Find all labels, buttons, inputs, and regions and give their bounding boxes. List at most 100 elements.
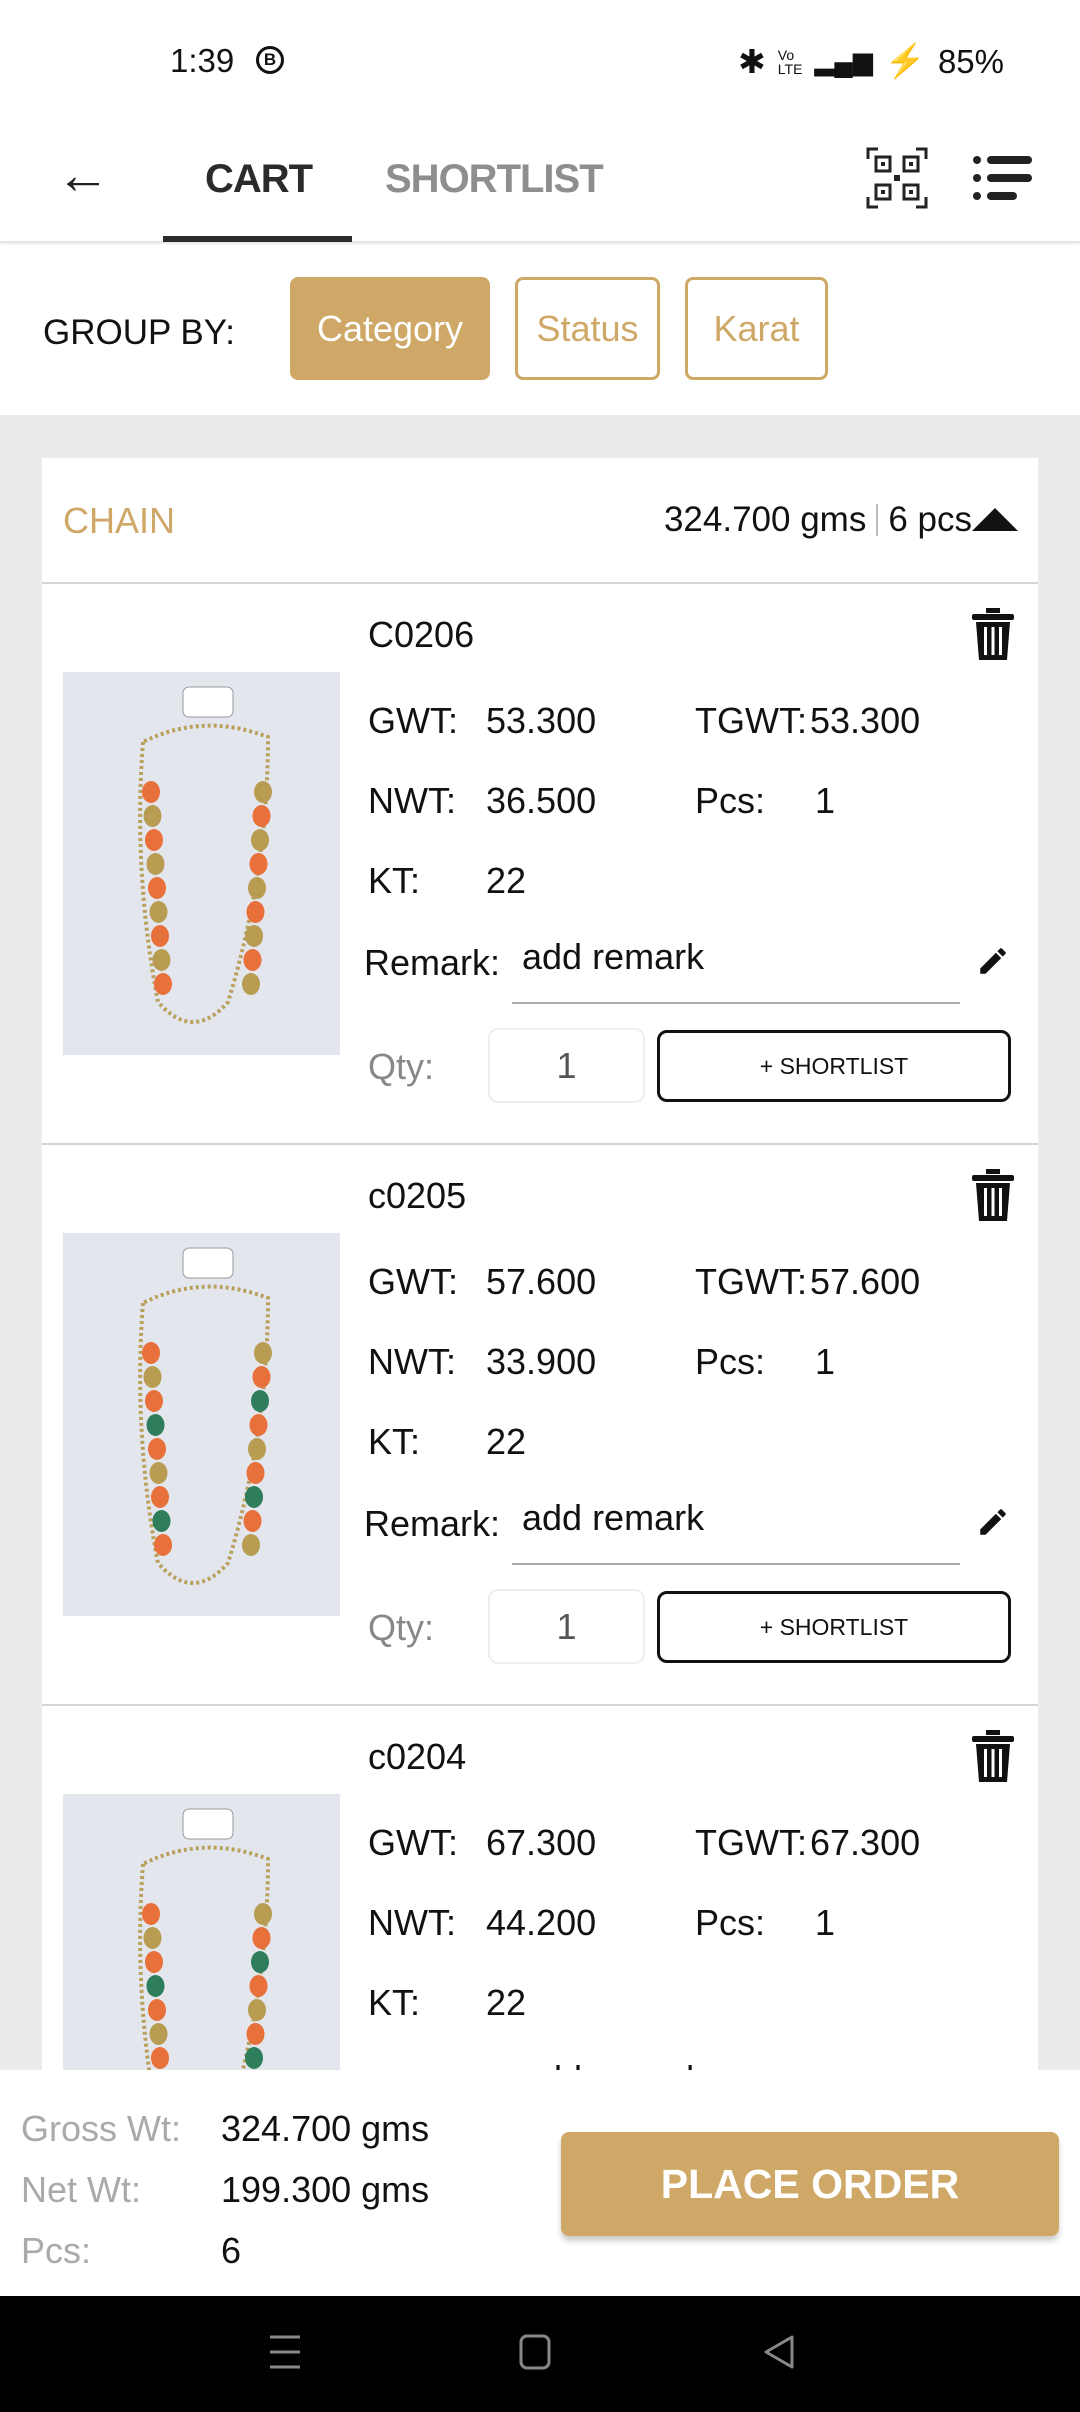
battery-level: 85%: [937, 42, 1004, 80]
group-card: CHAIN 324.700 gms 6 pcs C0206 GWT: 53.30…: [42, 458, 1038, 2070]
qty-input[interactable]: 1: [488, 1589, 645, 1664]
gwt-label: GWT:: [368, 700, 458, 741]
tgwt-label: TGWT:: [695, 700, 807, 741]
nwt-label: NWT:: [368, 1902, 456, 1943]
nwt-label: NWT:: [368, 780, 456, 821]
group-header[interactable]: CHAIN 324.700 gms 6 pcs: [42, 458, 1038, 584]
add-to-shortlist-button[interactable]: + SHORTLIST: [657, 1030, 1011, 1102]
group-pcs: 6 pcs: [888, 500, 972, 539]
system-nav-bar: [0, 2296, 1080, 2412]
bead: [143, 1366, 162, 1388]
cart-list[interactable]: CHAIN 324.700 gms 6 pcs C0206 GWT: 53.30…: [0, 415, 1080, 2070]
pcs-label: Pcs:: [695, 1341, 766, 1382]
bead: [148, 1438, 166, 1460]
home-icon[interactable]: [518, 2334, 552, 2370]
bead: [142, 781, 160, 803]
4g-signal-icon: ▂▄▆: [814, 46, 873, 76]
bead: [149, 2023, 168, 2045]
bead: [248, 1999, 266, 2021]
menu-list-icon[interactable]: [972, 153, 1032, 203]
tgwt-value: 67.300: [810, 1822, 921, 1863]
nwt-label: NWT:: [368, 1341, 456, 1382]
qr-code-icon[interactable]: [866, 147, 928, 209]
bead: [252, 1366, 271, 1388]
top-bar: ← CART SHORTLIST: [0, 105, 1080, 243]
gwt-label: GWT:: [368, 1822, 458, 1863]
tgwt-label: TGWT:: [695, 1261, 807, 1302]
gross-wt-label: Gross Wt:: [21, 2108, 181, 2149]
pcs-label: Pcs:: [695, 780, 766, 821]
kt-value: 22: [486, 1421, 527, 1462]
bead: [246, 1462, 265, 1484]
bead: [249, 1414, 268, 1436]
bead: [245, 2047, 263, 2069]
product-image[interactable]: [63, 1233, 340, 1616]
charging-icon: ⚡: [884, 42, 926, 79]
bead: [146, 853, 165, 875]
group-weight: 324.700 gms: [663, 500, 867, 539]
trash-icon[interactable]: [972, 1169, 1014, 1221]
bead: [252, 1927, 271, 1949]
edit-pencil-icon[interactable]: [976, 944, 1010, 978]
trash-icon[interactable]: [972, 1730, 1014, 1782]
bead: [242, 1534, 260, 1556]
bead: [145, 1390, 163, 1412]
kt-value: 22: [486, 860, 527, 901]
bead: [152, 949, 171, 971]
divider: [876, 504, 879, 536]
add-to-shortlist-button[interactable]: + SHORTLIST: [657, 1591, 1011, 1663]
back-arrow-icon[interactable]: ←: [56, 148, 110, 202]
bead: [145, 829, 163, 851]
status-time: 1:39: [170, 42, 235, 79]
b-icon: B: [256, 46, 284, 74]
back-icon[interactable]: [762, 2334, 796, 2370]
bead: [246, 2023, 265, 2045]
bead: [142, 1342, 160, 1364]
recents-icon[interactable]: [268, 2334, 302, 2370]
cart-item: c0204 GWT: 67.300 TGWT: 67.300 NWT: 44.2…: [42, 1706, 1038, 2070]
bead: [145, 1951, 163, 1973]
tgwt-value: 57.600: [810, 1261, 921, 1302]
bead: [154, 973, 172, 995]
place-order-button[interactable]: PLACE ORDER: [561, 2132, 1059, 2236]
net-wt-value: 199.300 gms: [221, 2169, 430, 2210]
bead: [243, 949, 262, 971]
pcs-value: 6: [221, 2230, 242, 2271]
bead: [252, 805, 271, 827]
bead: [148, 1999, 166, 2021]
tab-cart[interactable]: CART: [205, 157, 313, 202]
pcs-value: 1: [815, 1341, 836, 1382]
product-image[interactable]: [63, 1794, 340, 2070]
bead: [148, 877, 166, 899]
product-image[interactable]: [63, 672, 340, 1055]
kt-label: KT:: [368, 1421, 421, 1462]
remark-input[interactable]: add remark: [522, 2058, 704, 2070]
group-by-karat-button[interactable]: Karat: [685, 277, 828, 380]
group-by-status-button[interactable]: Status: [515, 277, 660, 380]
edit-pencil-icon[interactable]: [976, 1505, 1010, 1539]
remark-input[interactable]: add remark: [522, 1497, 704, 1539]
bead: [254, 781, 272, 803]
remark-input[interactable]: add remark: [522, 936, 704, 978]
item-code: c0204: [368, 1736, 467, 1777]
qty-input[interactable]: 1: [488, 1028, 645, 1103]
bead: [246, 901, 265, 923]
remark-underline: [512, 1002, 960, 1004]
active-tab-indicator: [163, 236, 352, 242]
status-icons: ✱ Vo LTE ▂▄▆ ⚡ 85%: [738, 42, 1004, 81]
bead: [251, 1390, 269, 1412]
bead: [149, 1462, 168, 1484]
bead: [143, 805, 162, 827]
bead: [242, 973, 260, 995]
pcs-value: 1: [815, 780, 836, 821]
nwt-value: 44.200: [486, 1902, 597, 1943]
collapse-triangle-icon[interactable]: [972, 508, 1018, 531]
group-by-category-button[interactable]: Category: [290, 277, 490, 380]
tab-shortlist[interactable]: SHORTLIST: [385, 157, 604, 202]
item-code: c0205: [368, 1175, 467, 1216]
trash-icon[interactable]: [972, 608, 1014, 660]
bluetooth-icon: ✱: [738, 43, 766, 80]
bead: [249, 853, 268, 875]
bead: [146, 1975, 165, 1997]
bead: [245, 1486, 263, 1508]
